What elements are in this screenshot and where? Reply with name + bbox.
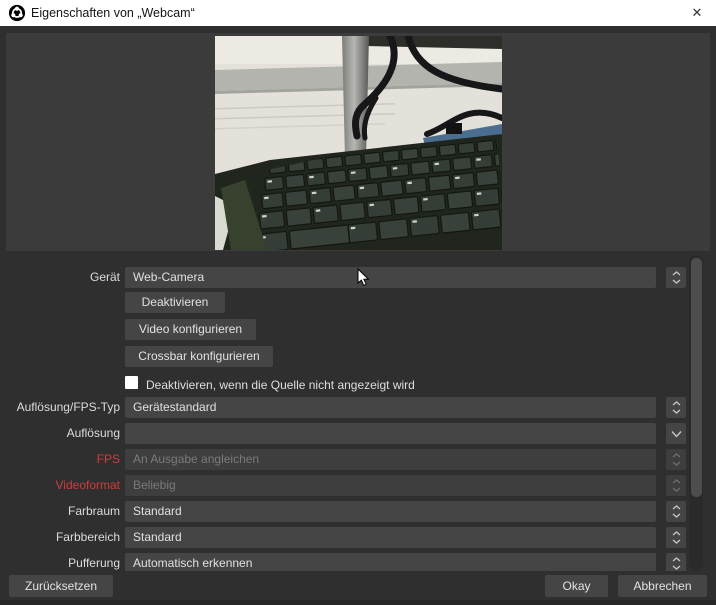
videoformat-spinner: [666, 475, 686, 496]
spinner-chevrons-icon: [672, 557, 681, 570]
deactivate-hidden-label: Deaktivieren, wenn die Quelle nicht ange…: [146, 375, 415, 396]
window-title: Eigenschaften von „Webcam“: [31, 0, 195, 26]
deactivate-hidden-checkbox[interactable]: [125, 376, 138, 389]
spinner-chevrons-icon: [672, 401, 681, 414]
pufferung-select[interactable]: Automatisch erkennen: [125, 553, 656, 571]
row-pufferung: Pufferung Automatisch erkennen: [0, 553, 716, 571]
video-konfigurieren-button[interactable]: Video konfigurieren: [125, 319, 256, 340]
spinner-chevrons-icon: [672, 453, 681, 466]
spinner-chevrons-icon: [672, 531, 681, 544]
zuruecksetzen-button[interactable]: Zurücksetzen: [9, 575, 113, 597]
aufloesung-typ-spinner[interactable]: [666, 397, 686, 418]
row-aufloesung-typ: Auflösung/FPS-Typ Gerätestandard: [0, 397, 716, 418]
webcam-preview-image: [215, 36, 502, 250]
fps-select: An Ausgabe angleichen: [125, 449, 656, 470]
aufloesung-select[interactable]: [125, 423, 656, 444]
aufloesung-typ-select[interactable]: Gerätestandard: [125, 397, 656, 418]
window-bottom-edge: [0, 600, 716, 605]
geraet-select[interactable]: Web-Camera: [125, 267, 656, 288]
farbraum-spinner[interactable]: [666, 501, 686, 522]
row-aufloesung: Auflösung: [0, 423, 716, 444]
videoformat-select: Beliebig: [125, 475, 656, 496]
row-videoformat: Videoformat Beliebig: [0, 475, 716, 496]
spinner-chevrons-icon: [672, 271, 681, 284]
row-farbraum: Farbraum Standard: [0, 501, 716, 522]
farbbereich-select[interactable]: Standard: [125, 527, 656, 548]
crossbar-konfigurieren-button[interactable]: Crossbar konfigurieren: [125, 346, 273, 367]
close-icon[interactable]: ✕: [682, 0, 712, 26]
videoformat-label: Videoformat: [0, 475, 120, 496]
farbraum-label: Farbraum: [0, 501, 120, 522]
geraet-label: Gerät: [0, 267, 120, 288]
abbrechen-button[interactable]: Abbrechen: [618, 575, 707, 597]
chevron-down-icon: [671, 430, 682, 438]
title-bar: Eigenschaften von „Webcam“ ✕: [0, 0, 716, 26]
row-deactivate-hidden: Deaktivieren, wenn die Quelle nicht ange…: [0, 375, 716, 396]
spinner-chevrons-icon: [672, 479, 681, 492]
row-fps: FPS An Ausgabe angleichen: [0, 449, 716, 470]
fps-label: FPS: [0, 449, 120, 470]
farbbereich-label: Farbbereich: [0, 527, 120, 548]
okay-button[interactable]: Okay: [545, 575, 608, 597]
deaktivieren-button[interactable]: Deaktivieren: [125, 292, 225, 313]
properties-form: Gerät Web-Camera Deaktivieren Video konf…: [0, 253, 716, 571]
aufloesung-label: Auflösung: [0, 423, 120, 444]
geraet-spinner[interactable]: [666, 267, 686, 288]
scrollbar-thumb[interactable]: [691, 258, 702, 497]
aufloesung-typ-label: Auflösung/FPS-Typ: [0, 397, 120, 418]
farbbereich-spinner[interactable]: [666, 527, 686, 548]
row-farbbereich: Farbbereich Standard: [0, 527, 716, 548]
fps-spinner: [666, 449, 686, 470]
aufloesung-dropdown-button[interactable]: [666, 423, 686, 444]
farbraum-select[interactable]: Standard: [125, 501, 656, 522]
obs-logo-icon: [8, 4, 26, 22]
mouse-cursor: [357, 268, 370, 287]
pufferung-spinner[interactable]: [666, 553, 686, 571]
spinner-chevrons-icon: [672, 505, 681, 518]
pufferung-label: Pufferung: [0, 553, 120, 571]
